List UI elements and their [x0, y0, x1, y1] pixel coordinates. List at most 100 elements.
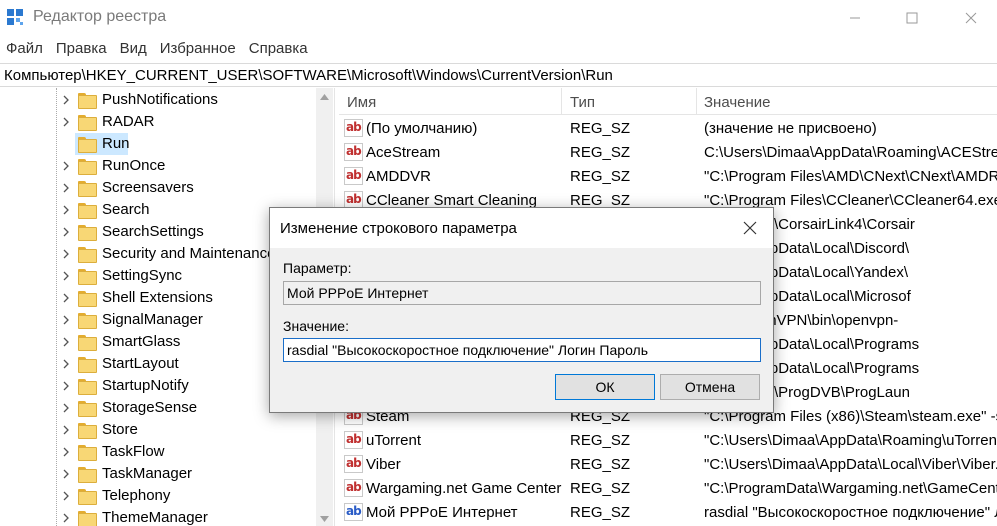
value-row[interactable]: ab AMDDVR REG_SZ "C:\Program Files\AMD\CNex…	[339, 164, 997, 188]
value-type: REG_SZ	[570, 432, 631, 449]
folder-icon	[78, 269, 97, 285]
tree-item-label: PushNotifications	[102, 91, 218, 108]
menu-view[interactable]: Вид	[114, 37, 154, 61]
name-label: Параметр:	[283, 260, 352, 276]
string-value-blue-icon: ab	[344, 503, 363, 521]
chevron-right-icon[interactable]	[60, 160, 72, 172]
chevron-right-icon[interactable]	[60, 380, 72, 392]
value-name: (По умолчанию)	[366, 120, 478, 137]
string-value-icon: ab	[344, 143, 363, 161]
tree-item[interactable]: PushNotifications	[0, 89, 316, 111]
value-type: REG_SZ	[570, 504, 631, 521]
folder-icon	[78, 467, 97, 483]
value-row[interactable]: ab Viber REG_SZ "C:\Users\Dimaa\AppData\Loc…	[339, 452, 997, 476]
folder-icon	[78, 357, 97, 373]
chevron-right-icon[interactable]	[60, 204, 72, 216]
dialog-title: Изменение строкового параметра	[280, 220, 517, 237]
tree-item[interactable]: RADAR	[0, 111, 316, 133]
icon-glyph: ab	[346, 120, 362, 134]
column-separator[interactable]	[561, 88, 562, 115]
chevron-right-icon[interactable]	[60, 468, 72, 480]
tree-item-label: TaskFlow	[102, 443, 165, 460]
value-row[interactable]: ab Wargaming.net Game Center REG_SZ "C:\Pro…	[339, 476, 997, 500]
tree-item[interactable]: Store	[0, 419, 316, 441]
minimize-button[interactable]	[832, 0, 878, 36]
folder-icon	[78, 445, 97, 461]
chevron-right-icon[interactable]	[60, 138, 72, 150]
tree-item[interactable]: TaskFlow	[0, 441, 316, 463]
scroll-up-icon[interactable]	[320, 94, 329, 100]
value-name: uTorrent	[366, 432, 422, 449]
string-value-icon: ab	[344, 167, 363, 185]
column-name-header[interactable]: Имя	[347, 94, 376, 111]
value-label: Значение:	[283, 318, 349, 334]
value-row[interactable]: ab (По умолчанию) REG_SZ (значение не присв…	[339, 116, 997, 140]
value-data: (значение не присвоено)	[704, 120, 877, 137]
tree-item[interactable]: Telephony	[0, 485, 316, 507]
tree-item[interactable]: ThemeManager	[0, 507, 316, 526]
tree-item-label: RunOnce	[102, 157, 166, 174]
chevron-right-icon[interactable]	[60, 116, 72, 128]
tree-item-label: Security and Maintenance	[102, 245, 276, 262]
value-type: REG_SZ	[570, 144, 631, 161]
folder-icon	[78, 313, 97, 329]
icon-glyph: ab	[346, 504, 362, 518]
tree-item[interactable]: Screensavers	[0, 177, 316, 199]
value-data: "C:\ProgramData\Wargaming.net\GameCenter…	[704, 480, 997, 497]
ok-button[interactable]: ОК	[555, 374, 655, 400]
close-icon[interactable]	[740, 218, 760, 238]
folder-icon	[78, 247, 97, 263]
name-field[interactable]	[283, 281, 761, 305]
menu-edit[interactable]: Правка	[50, 37, 114, 61]
chevron-right-icon[interactable]	[60, 226, 72, 238]
folder-icon	[78, 489, 97, 505]
tree-item-label: Telephony	[102, 487, 171, 504]
scroll-down-icon[interactable]	[320, 516, 329, 522]
chevron-right-icon[interactable]	[60, 248, 72, 260]
column-data-header[interactable]: Значение	[704, 94, 771, 111]
cancel-button[interactable]: Отмена	[660, 374, 760, 400]
value-row[interactable]: ab uTorrent REG_SZ "C:\Users\Dimaa\AppData\…	[339, 428, 997, 452]
icon-glyph: ab	[346, 480, 362, 494]
column-type-header[interactable]: Тип	[570, 94, 595, 111]
value-row[interactable]: ab AceStream REG_SZ C:\Users\Dimaa\AppData\…	[339, 140, 997, 164]
value-data: C:\Users\Dimaa\AppData\Roaming\ACEStream…	[704, 144, 997, 161]
chevron-right-icon[interactable]	[60, 270, 72, 282]
chevron-right-icon[interactable]	[60, 182, 72, 194]
minimize-icon	[850, 17, 860, 19]
menu-file[interactable]: Файл	[0, 37, 50, 61]
value-type: REG_SZ	[570, 120, 631, 137]
value-name: Wargaming.net Game Center	[366, 480, 562, 497]
value-row[interactable]: ab Мой PPPoE Интернет REG_SZ rasdial "Высок…	[339, 500, 997, 524]
menu-favorites[interactable]: Избранное	[154, 37, 243, 61]
ok-button-label: ОК	[595, 379, 615, 395]
chevron-right-icon[interactable]	[60, 292, 72, 304]
tree-item[interactable]: RunOnce	[0, 155, 316, 177]
folder-icon	[78, 203, 97, 219]
tree-item[interactable]: TaskManager	[0, 463, 316, 485]
icon-glyph: ab	[346, 168, 362, 182]
column-separator[interactable]	[696, 88, 697, 115]
chevron-right-icon[interactable]	[60, 490, 72, 502]
chevron-right-icon[interactable]	[60, 94, 72, 106]
close-window-button[interactable]	[948, 0, 994, 36]
value-name: AceStream	[366, 144, 441, 161]
folder-icon	[78, 335, 97, 351]
chevron-right-icon[interactable]	[60, 424, 72, 436]
folder-icon	[78, 93, 97, 109]
tree-item[interactable]: Run	[0, 133, 316, 155]
icon-glyph: ab	[346, 432, 362, 446]
menu-help[interactable]: Справка	[243, 37, 315, 61]
chevron-right-icon[interactable]	[60, 358, 72, 370]
folder-icon	[78, 137, 97, 153]
value-data: rasdial "Высокоскоростное подключение" Л…	[704, 504, 997, 521]
address-bar[interactable]: Компьютер\HKEY_CURRENT_USER\SOFTWARE\Mic…	[0, 63, 997, 87]
chevron-right-icon[interactable]	[60, 446, 72, 458]
maximize-button[interactable]	[889, 0, 935, 36]
value-field[interactable]	[283, 338, 761, 362]
value-name: AMDDVR	[366, 168, 432, 185]
chevron-right-icon[interactable]	[60, 402, 72, 414]
chevron-right-icon[interactable]	[60, 336, 72, 348]
chevron-right-icon[interactable]	[60, 512, 72, 524]
chevron-right-icon[interactable]	[60, 314, 72, 326]
